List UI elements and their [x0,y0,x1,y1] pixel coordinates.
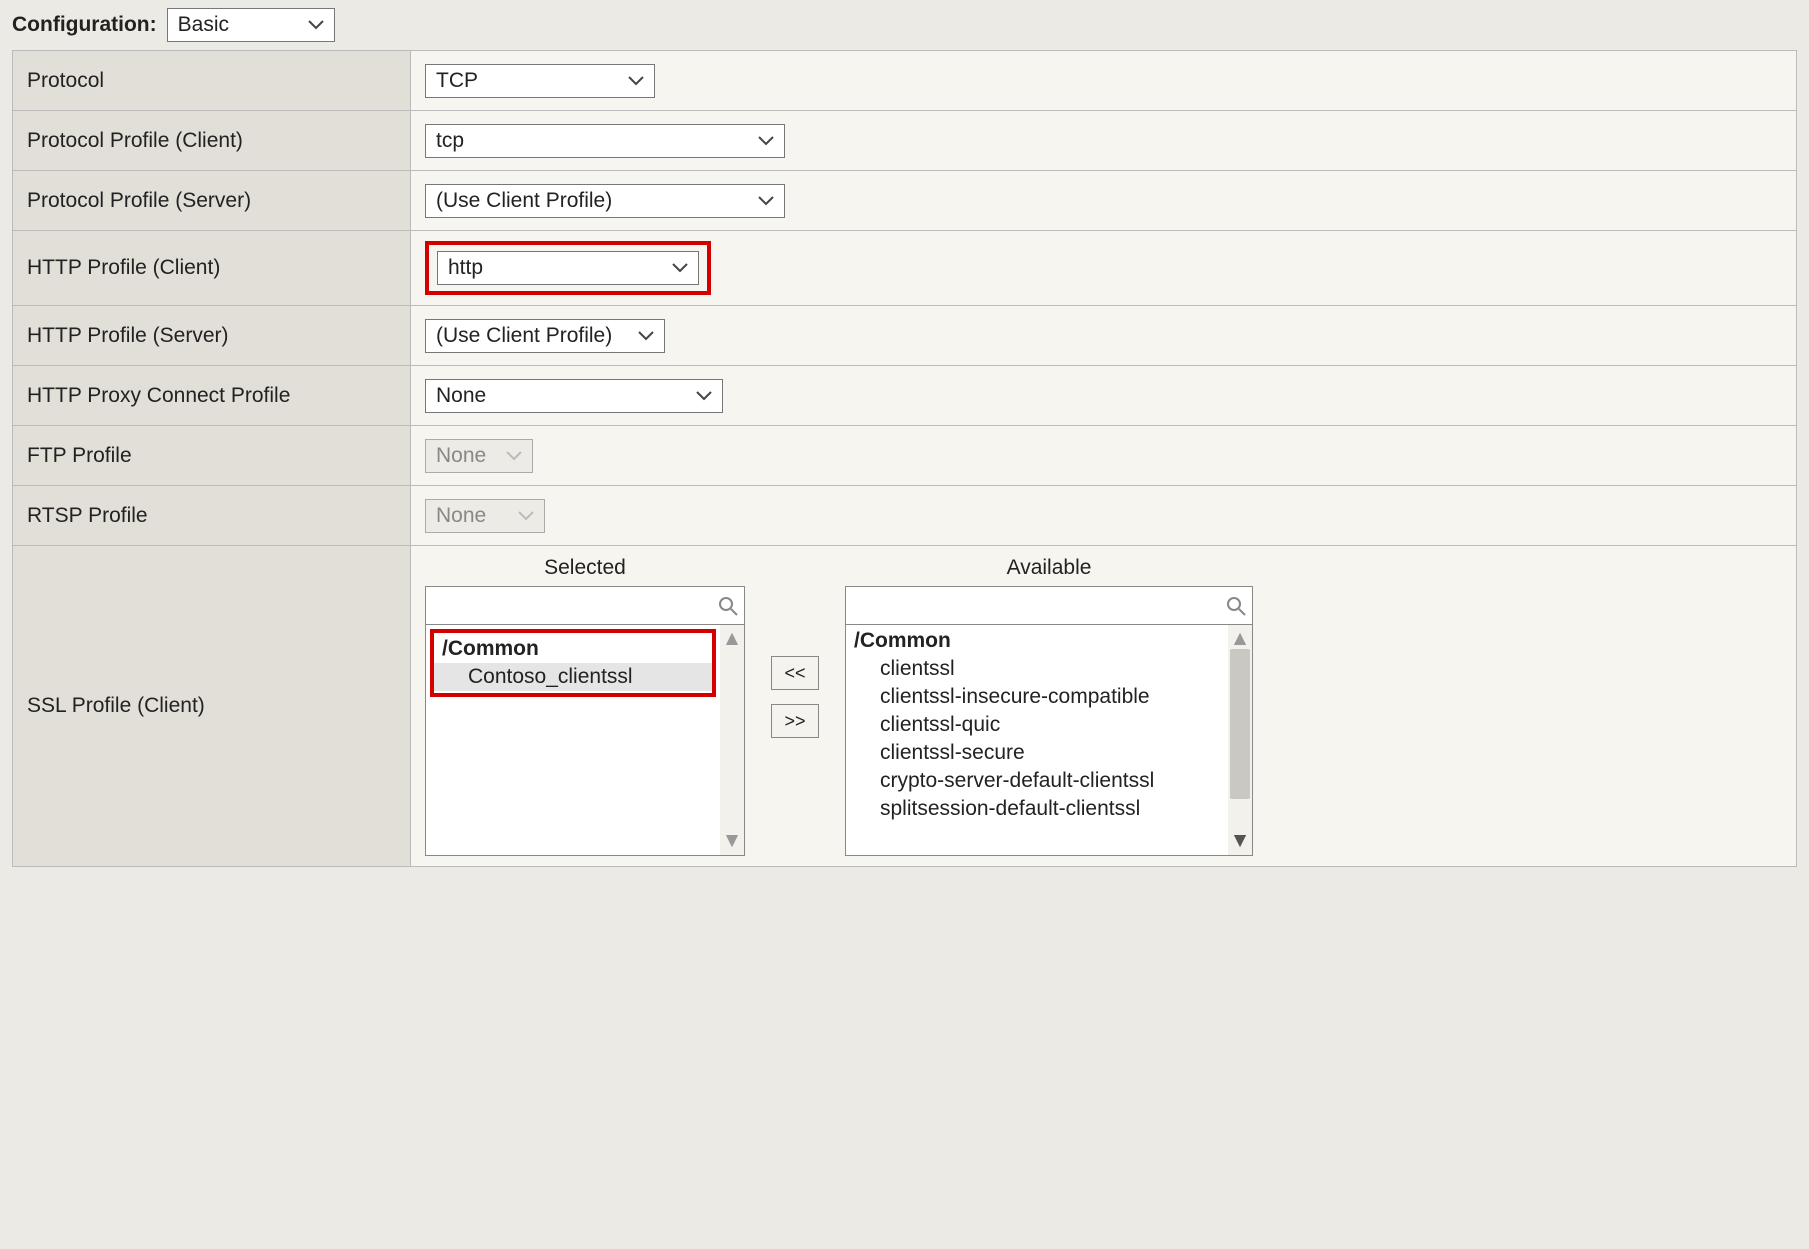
chevron-down-icon [696,391,712,401]
label-http-profile-server: HTTP Profile (Server) [13,306,411,365]
configuration-label: Configuration: [12,13,157,37]
label-protocol-profile-client: Protocol Profile (Client) [13,111,411,170]
chevron-down-icon [672,263,688,273]
search-icon [1226,596,1246,616]
ssl-available-group: /Common [846,627,1228,655]
ftp-profile-select: None [425,439,533,473]
http-profile-server-select[interactable]: (Use Client Profile) [425,319,665,353]
configuration-mode-select[interactable]: Basic [167,8,335,42]
chevron-down-icon [518,511,534,521]
ssl-available-search[interactable] [846,587,1252,625]
scrollbar[interactable]: ▲ ▼ [1228,625,1252,855]
label-http-profile-client: HTTP Profile (Client) [13,231,411,305]
http-profile-client-select[interactable]: http [437,251,699,285]
row-http-profile-client: HTTP Profile (Client) http [13,231,1796,306]
row-ftp-profile: FTP Profile None [13,426,1796,486]
ssl-available-column: Available /Common clientssl [845,556,1253,856]
move-left-button[interactable]: << [771,656,819,690]
chevron-down-icon [506,451,522,461]
row-http-profile-server: HTTP Profile (Server) (Use Client Profil… [13,306,1796,366]
configuration-header: Configuration: Basic [12,8,1797,42]
chevron-down-icon [628,76,644,86]
chevron-down-icon [758,196,774,206]
row-protocol: Protocol TCP [13,51,1796,111]
ssl-available-item[interactable]: clientssl-insecure-compatible [846,683,1228,711]
ssl-selected-item[interactable]: Contoso_clientssl [434,663,712,691]
http-proxy-connect-select[interactable]: None [425,379,723,413]
scroll-up-icon: ▲ [1230,627,1251,651]
row-ssl-profile-client: SSL Profile (Client) Selected [13,546,1796,867]
label-http-proxy-connect-profile: HTTP Proxy Connect Profile [13,366,411,425]
ssl-selected-column: Selected /Common [425,556,745,856]
ssl-available-item[interactable]: clientssl-secure [846,739,1228,767]
ssl-selected-title: Selected [544,556,626,580]
ssl-selected-search[interactable] [426,587,744,625]
chevron-down-icon [638,331,654,341]
rtsp-profile-select: None [425,499,545,533]
search-icon [718,596,738,616]
ssl-available-item[interactable]: clientssl-quic [846,711,1228,739]
ssl-selected-highlight: /Common Contoso_clientssl [430,629,716,697]
label-protocol: Protocol [13,51,411,110]
protocol-profile-server-select[interactable]: (Use Client Profile) [425,184,785,218]
ssl-selected-group: /Common [434,635,712,663]
chevron-down-icon [308,20,324,30]
ssl-available-item[interactable]: crypto-server-default-clientssl [846,767,1228,795]
ssl-available-title: Available [1007,556,1092,580]
scroll-up-icon: ▲ [722,627,743,651]
label-rtsp-profile: RTSP Profile [13,486,411,545]
ssl-dual-list: Selected /Common [425,556,1253,856]
label-protocol-profile-server: Protocol Profile (Server) [13,171,411,230]
ssl-transfer-buttons: << >> [771,656,819,738]
label-ssl-profile-client: SSL Profile (Client) [13,546,411,866]
label-ftp-profile: FTP Profile [13,426,411,485]
ssl-available-listbox[interactable]: /Common clientssl clientssl-insecure-com… [845,586,1253,856]
http-profile-client-highlight: http [425,241,711,295]
protocol-profile-client-select[interactable]: tcp [425,124,785,158]
config-table: Protocol TCP Protocol Profile (Client) t… [12,50,1797,867]
ssl-available-item[interactable]: clientssl [846,655,1228,683]
row-protocol-profile-client: Protocol Profile (Client) tcp [13,111,1796,171]
chevron-down-icon [758,136,774,146]
protocol-select[interactable]: TCP [425,64,655,98]
ssl-selected-listbox[interactable]: /Common Contoso_clientssl ▲ ▼ [425,586,745,856]
scroll-down-icon: ▼ [1230,829,1251,853]
ssl-available-item[interactable]: splitsession-default-clientssl [846,795,1228,823]
move-right-button[interactable]: >> [771,704,819,738]
row-rtsp-profile: RTSP Profile None [13,486,1796,546]
configuration-mode-value: Basic [178,13,229,37]
row-protocol-profile-server: Protocol Profile (Server) (Use Client Pr… [13,171,1796,231]
scroll-down-icon: ▼ [722,829,743,853]
scrollbar[interactable]: ▲ ▼ [720,625,744,855]
row-http-proxy-connect-profile: HTTP Proxy Connect Profile None [13,366,1796,426]
